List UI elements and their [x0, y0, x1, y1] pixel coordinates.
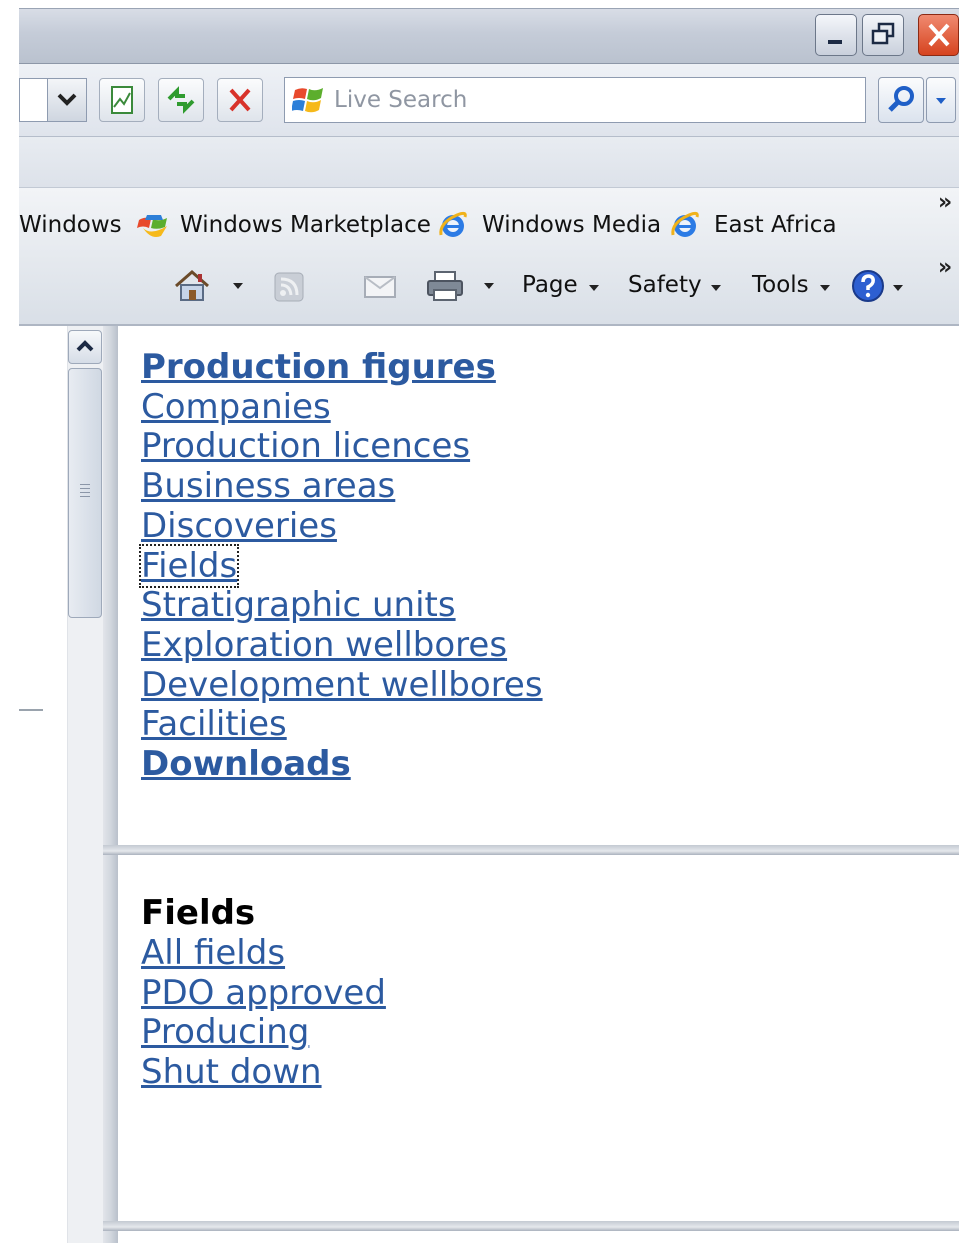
print-dropdown-caret[interactable]: [484, 283, 494, 289]
link-east-africa[interactable]: East Africa: [714, 212, 837, 238]
page-menu[interactable]: Page: [522, 272, 578, 298]
nav-link-development-wellbores[interactable]: Development wellbores: [141, 665, 543, 706]
frame-border-vertical[interactable]: [103, 326, 118, 1243]
command-bar: [19, 254, 959, 326]
close-window-button[interactable]: [918, 14, 959, 56]
scroll-grip-line: [80, 496, 90, 497]
left-frame: [19, 326, 67, 1243]
nav-link-stratigraphic-units[interactable]: Stratigraphic units: [141, 586, 543, 626]
tools-menu[interactable]: Tools: [752, 272, 809, 298]
home-dropdown-caret[interactable]: [233, 283, 243, 289]
bottom-frame: [118, 1231, 959, 1243]
address-field[interactable]: [19, 78, 47, 122]
search-placeholder: Live Search: [334, 87, 468, 113]
sub-link-producing[interactable]: Producing: [141, 1013, 386, 1053]
link-windows-marketplace[interactable]: Windows Marketplace: [180, 212, 431, 238]
sub-frame-heading: Fields: [141, 893, 256, 933]
sub-link-shut-down[interactable]: Shut down: [141, 1052, 386, 1093]
nav-link-facilities[interactable]: Facilities: [141, 705, 543, 745]
link-windows[interactable]: Windows: [19, 212, 122, 238]
left-frame-dash: [19, 709, 43, 711]
chevron-down-icon: [57, 93, 77, 106]
scroll-up-button[interactable]: [68, 330, 102, 364]
help-icon[interactable]: [850, 268, 886, 304]
page-menu-caret[interactable]: [589, 285, 599, 291]
nav-link-exploration-wellbores[interactable]: Exploration wellbores: [141, 625, 543, 666]
frame-border-horizontal[interactable]: [103, 1221, 959, 1231]
read-mail-icon[interactable]: [362, 272, 398, 302]
print-icon[interactable]: [424, 268, 466, 304]
sub-link-pdo-approved[interactable]: PDO approved: [141, 973, 386, 1014]
nav-link-downloads[interactable]: Downloads: [141, 744, 543, 785]
feeds-icon[interactable]: [272, 270, 306, 304]
command-overflow-chevron[interactable]: »: [938, 255, 952, 280]
restore-button[interactable]: [862, 14, 904, 56]
nav-link-business-areas[interactable]: Business areas: [141, 466, 543, 507]
marketplace-icon: [137, 215, 167, 237]
magnifier-icon: [888, 86, 914, 112]
sub-link-all-fields[interactable]: All fields: [141, 933, 386, 974]
minimize-icon: [828, 40, 842, 44]
nav-link-companies[interactable]: Companies: [141, 387, 543, 428]
minimize-button[interactable]: [815, 14, 857, 56]
windows-live-icon: [292, 88, 323, 113]
links-overflow-chevron[interactable]: »: [938, 190, 952, 215]
ie-icon: [439, 211, 467, 237]
nav-link-discoveries[interactable]: Discoveries: [141, 506, 543, 547]
search-go-button[interactable]: [878, 77, 924, 123]
home-icon[interactable]: [172, 266, 212, 304]
help-dropdown-caret[interactable]: [893, 285, 903, 291]
scroll-thumb[interactable]: [68, 368, 102, 618]
menu-bar: [19, 137, 959, 188]
refresh-button[interactable]: [158, 78, 204, 122]
nav-link-list: Production figures Companies Production …: [138, 347, 543, 785]
stop-icon: [229, 88, 251, 112]
nav-link-production-licences[interactable]: Production licences: [141, 427, 543, 467]
sub-link-list: All fields PDO approved Producing Shut d…: [141, 933, 386, 1093]
restore-icon: [871, 22, 895, 45]
stop-button[interactable]: [217, 78, 263, 122]
chevron-up-icon: [76, 340, 94, 352]
caret-down-icon: [936, 98, 946, 104]
frame-border-horizontal[interactable]: [103, 845, 959, 855]
tools-menu-caret[interactable]: [820, 285, 830, 291]
compatibility-view-button[interactable]: [99, 78, 145, 122]
scroll-grip-line: [80, 492, 90, 493]
safety-menu-caret[interactable]: [711, 285, 721, 291]
safety-menu[interactable]: Safety: [628, 272, 702, 298]
link-windows-media[interactable]: Windows Media: [482, 212, 661, 238]
refresh-icon: [167, 86, 195, 114]
close-icon: [928, 23, 950, 47]
scroll-grip-line: [80, 484, 90, 485]
nav-link-fields-label: Fields: [138, 543, 240, 588]
ie-icon: [671, 211, 699, 237]
address-dropdown-button[interactable]: [47, 78, 87, 122]
nav-link-production-figures[interactable]: Production figures: [141, 347, 543, 388]
page-broken-icon: [111, 86, 133, 114]
scroll-grip-line: [80, 488, 90, 489]
nav-link-fields[interactable]: Fields: [138, 543, 543, 588]
search-options-dropdown[interactable]: [926, 77, 956, 123]
